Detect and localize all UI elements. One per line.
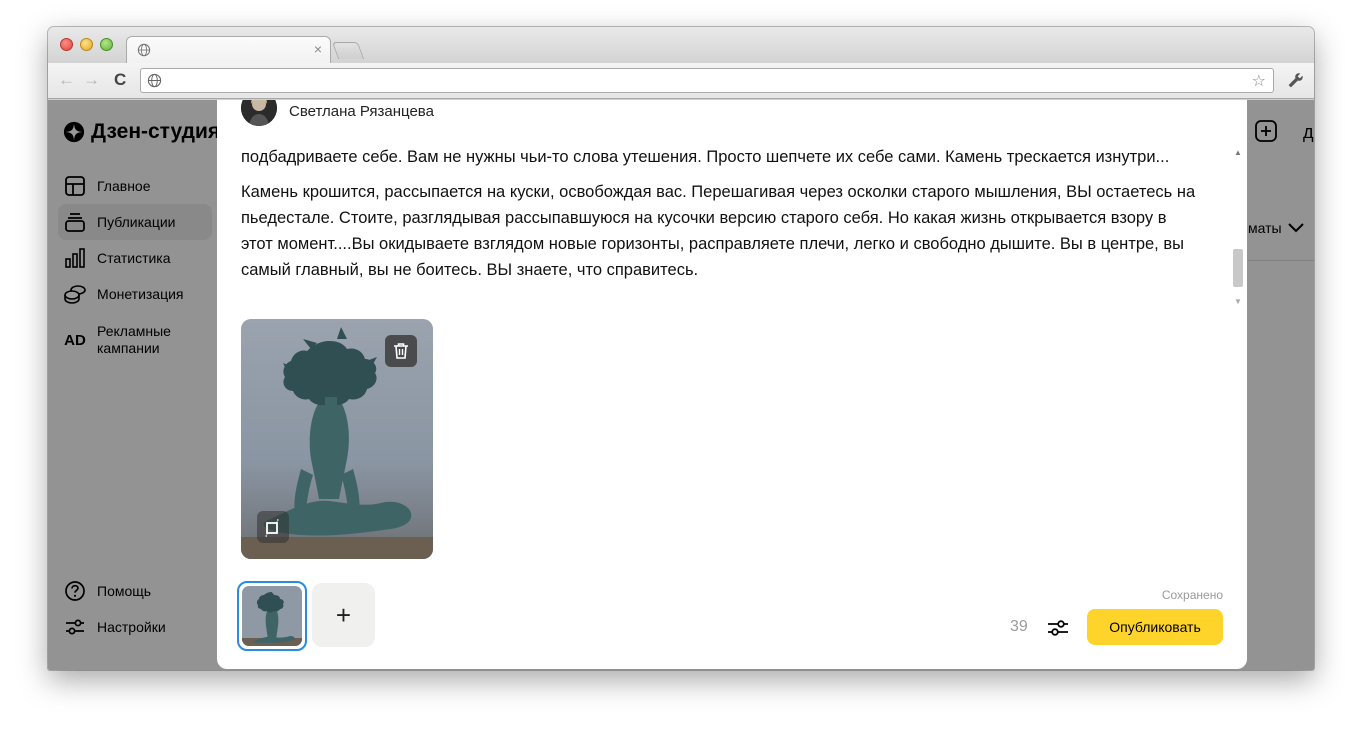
close-window-button[interactable] bbox=[60, 38, 73, 51]
trash-icon bbox=[394, 343, 408, 359]
forward-button[interactable]: → bbox=[83, 71, 100, 89]
browser-tab[interactable]: × bbox=[126, 36, 331, 64]
new-tab-button[interactable] bbox=[331, 42, 365, 59]
post-editor-modal: Светлана Рязанцева подбадриваете себе. В… bbox=[217, 100, 1247, 669]
crop-icon bbox=[264, 519, 280, 537]
post-body-editor[interactable]: подбадриваете себе. Вам не нужны чьи-то … bbox=[241, 144, 1201, 292]
wrench-icon[interactable] bbox=[1287, 72, 1304, 89]
paragraph[interactable]: Камень крошится, рассыпается на куски, о… bbox=[241, 179, 1201, 283]
globe-icon bbox=[147, 73, 162, 88]
author-header: Светлана Рязанцева bbox=[241, 100, 434, 130]
avatar bbox=[241, 100, 277, 126]
minimize-window-button[interactable] bbox=[80, 38, 93, 51]
page-content: Дзен-студия Главное Публикации Статистик… bbox=[48, 100, 1314, 670]
bookmark-star-icon[interactable]: ☆ bbox=[1252, 71, 1266, 91]
post-image[interactable] bbox=[241, 319, 433, 559]
add-media-button[interactable]: + bbox=[312, 583, 375, 647]
scroll-up-arrow-icon[interactable]: ▲ bbox=[1234, 148, 1242, 157]
globe-icon bbox=[137, 43, 151, 57]
back-button[interactable]: ← bbox=[58, 71, 75, 89]
image-thumbnail-selected[interactable] bbox=[237, 581, 307, 651]
scroll-down-arrow-icon[interactable]: ▼ bbox=[1234, 297, 1242, 306]
scrollbar-thumb[interactable] bbox=[1233, 249, 1243, 287]
browser-window: × ← → C ☆ Дзен-студия Главное Публикации… bbox=[48, 27, 1314, 670]
title-bar: × bbox=[48, 27, 1314, 64]
tab-close-icon[interactable]: × bbox=[314, 41, 322, 57]
publish-button[interactable]: Опубликовать bbox=[1087, 609, 1223, 645]
thumbnail-image bbox=[242, 586, 302, 646]
reload-button[interactable]: C bbox=[114, 71, 126, 89]
paragraph[interactable]: подбадриваете себе. Вам не нужны чьи-то … bbox=[241, 144, 1201, 170]
editor-scrollbar[interactable]: ▲ ▼ bbox=[1232, 146, 1244, 306]
browser-toolbar: ← → C ☆ bbox=[48, 63, 1314, 99]
address-bar[interactable]: ☆ bbox=[140, 68, 1274, 93]
author-name: Светлана Рязанцева bbox=[289, 102, 434, 120]
crop-image-button[interactable] bbox=[257, 511, 289, 543]
zoom-window-button[interactable] bbox=[100, 38, 113, 51]
publication-settings-icon[interactable] bbox=[1046, 616, 1070, 640]
delete-image-button[interactable] bbox=[385, 335, 417, 367]
character-count: 39 bbox=[1010, 618, 1028, 635]
save-status: Сохранено bbox=[1161, 588, 1223, 602]
